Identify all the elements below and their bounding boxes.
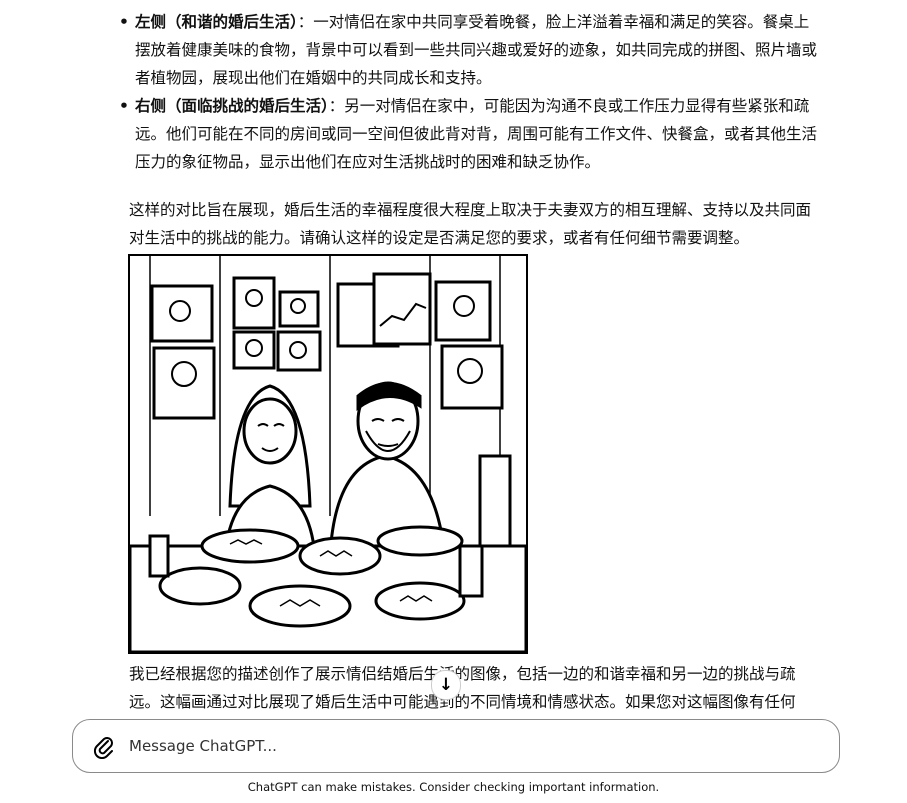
bullet-title: 左侧（和谐的婚后生活） (135, 13, 298, 31)
paperclip-icon[interactable] (93, 735, 115, 759)
bullet-title: 右侧（面临挑战的婚后生活） (135, 97, 329, 115)
message-input[interactable] (129, 732, 809, 760)
disclaimer-text: ChatGPT can make mistakes. Consider chec… (247, 780, 660, 794)
arrow-down-icon: ↓ (438, 675, 454, 695)
scroll-to-bottom-button[interactable]: ↓ (431, 670, 461, 700)
chat-thread: 左侧（和谐的婚后生活）：一对情侣在家中共同享受着晚餐，脸上洋溢着幸福和满足的笑容… (0, 0, 907, 803)
reply-paragraph: 我已经根据您的描述创作了展示情侣结婚后生活的图像，包括一边的和谐幸福和另一边的挑… (129, 665, 796, 711)
message-composer (72, 719, 840, 773)
bullet-item-right: 右侧（面临挑战的婚后生活）：另一对情侣在家中，可能因为沟通不良或工作压力显得有些… (117, 92, 817, 176)
generated-image[interactable] (128, 254, 528, 654)
summary-paragraph: 这样的对比旨在展现，婚后生活的幸福程度很大程度上取决于夫妻双方的相互理解、支持以… (129, 201, 812, 247)
bullet-item-left: 左侧（和谐的婚后生活）：一对情侣在家中共同享受着晚餐，脸上洋溢着幸福和满足的笑容… (117, 8, 817, 92)
bullet-list: 左侧（和谐的婚后生活）：一对情侣在家中共同享受着晚餐，脸上洋溢着幸福和满足的笑容… (117, 8, 817, 176)
